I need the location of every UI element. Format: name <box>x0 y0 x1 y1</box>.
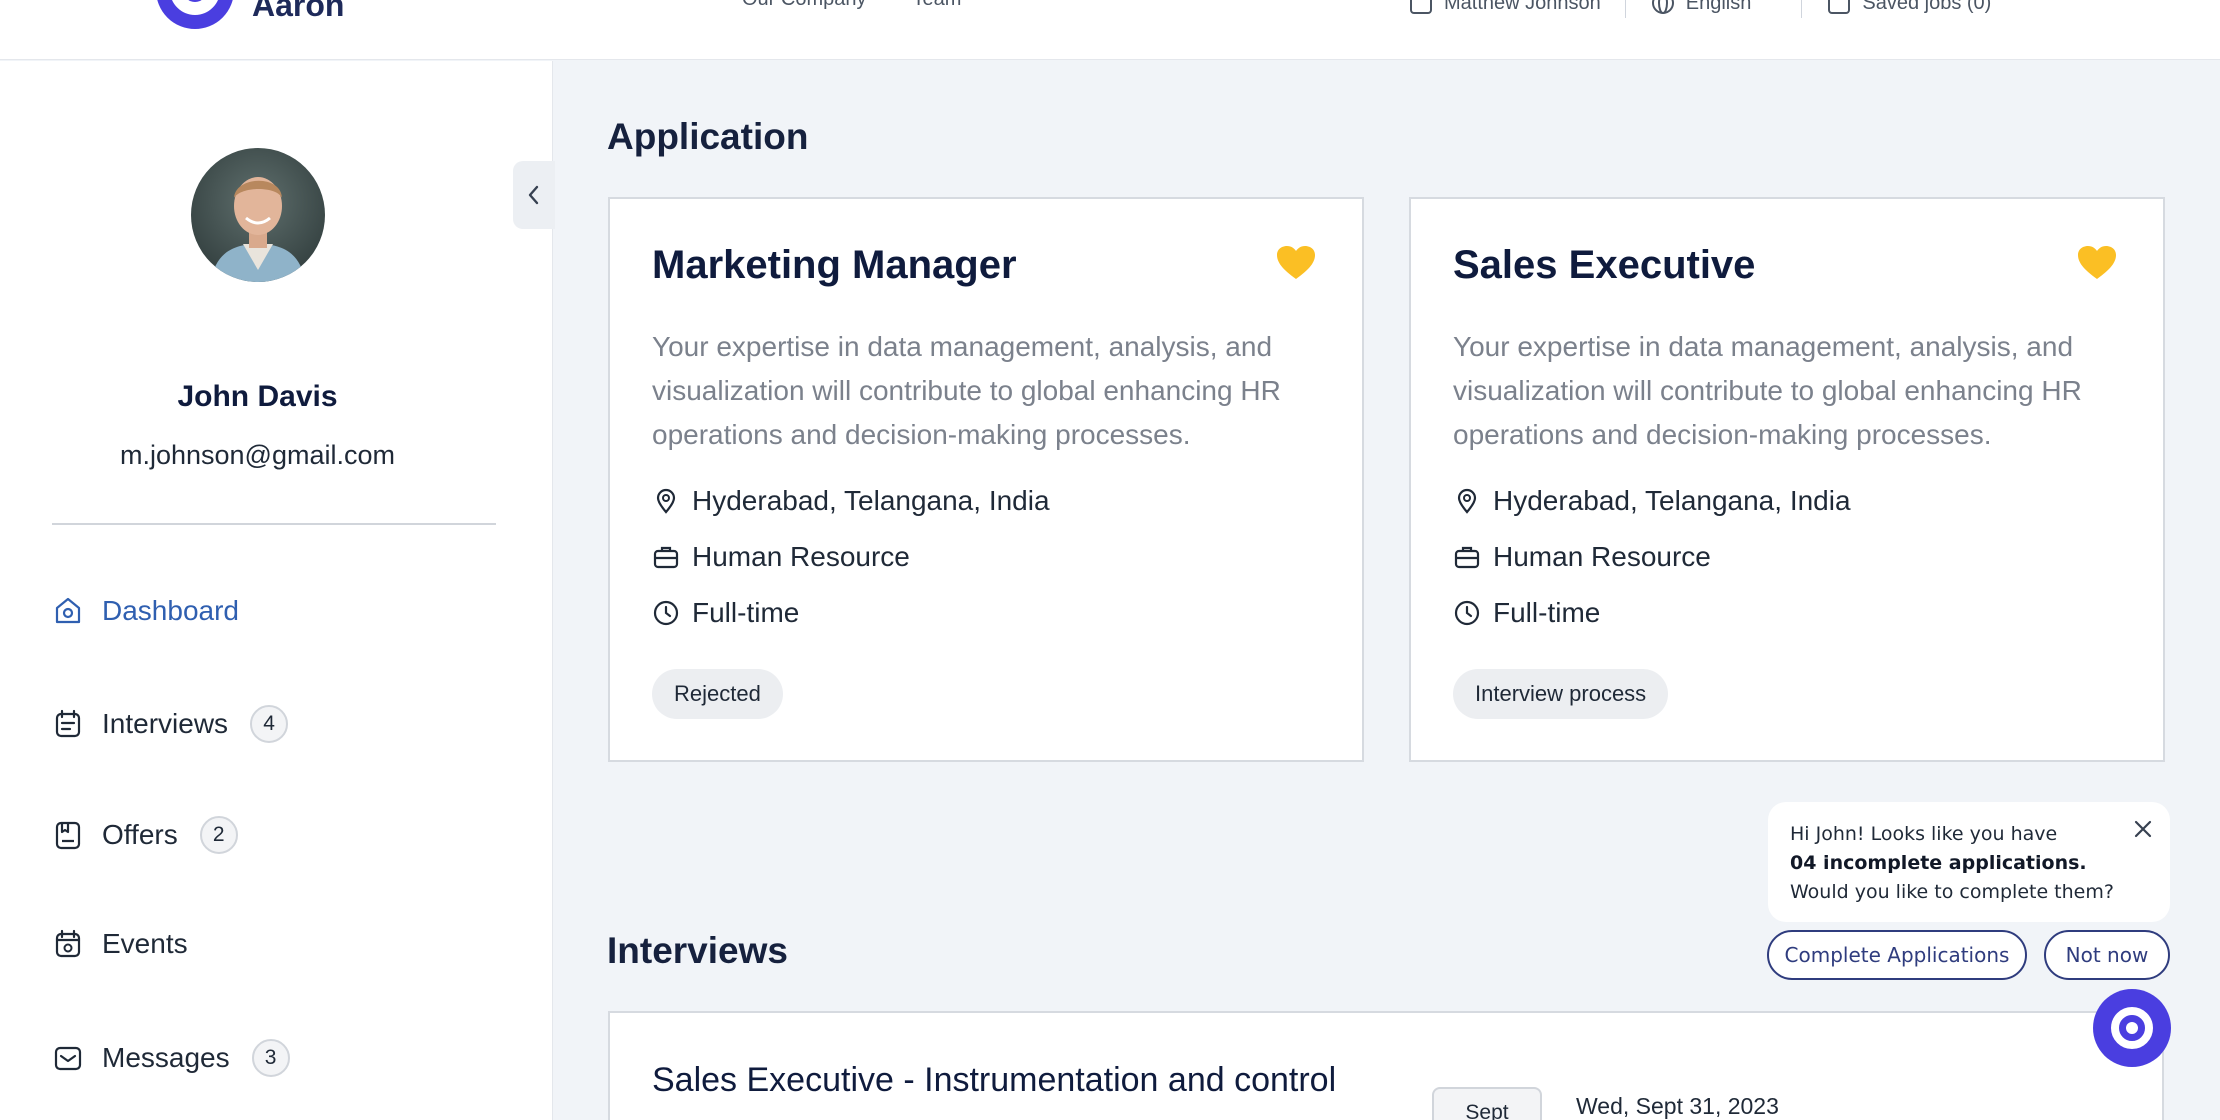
location-text: Hyderabad, Telangana, India <box>692 485 1050 516</box>
interview-title: Sales Executive - Instrumentation and co… <box>652 1061 1337 1099</box>
sidebar-item-offers[interactable]: Offers 2 <box>52 816 238 854</box>
chat-line-bold: 04 incomplete applications. <box>1790 852 2087 874</box>
sidebar-item-messages[interactable]: Messages 3 <box>52 1039 290 1077</box>
chat-launcher-button[interactable] <box>2093 989 2171 1067</box>
interview-date: Wed, Sept 31, 2023 <box>1576 1093 1779 1119</box>
sidebar-item-dashboard[interactable]: Dashboard <box>52 595 239 627</box>
interview-card[interactable]: Sales Executive - Instrumentation and co… <box>608 1011 2164 1120</box>
logo-icon <box>150 0 240 30</box>
language-select[interactable]: English <box>1686 0 1752 15</box>
application-card[interactable]: Sales Executive Your expertise in data m… <box>1409 197 2165 762</box>
sidebar-divider <box>52 523 496 525</box>
calendar-list-icon <box>52 708 84 740</box>
sidebar-item-label: Offers <box>102 819 178 850</box>
sidebar-collapse-button[interactable] <box>513 161 555 229</box>
divider <box>1801 0 1803 18</box>
saved-jobs-link[interactable]: Saved jobs (0) <box>1862 0 1991 15</box>
job-type-text: Full-time <box>1493 597 1601 628</box>
clock-icon <box>652 599 680 627</box>
logo[interactable]: Aaron <box>150 0 344 30</box>
chat-logo-icon <box>2111 1007 2153 1049</box>
user-name[interactable]: Matthew Johnson <box>1444 0 1601 15</box>
job-location: Hyderabad, Telangana, India <box>1453 485 1851 517</box>
avatar[interactable] <box>191 148 325 282</box>
department-text: Human Resource <box>692 541 910 572</box>
briefcase-icon <box>652 543 680 571</box>
job-location: Hyderabad, Telangana, India <box>652 485 1050 517</box>
heart-icon[interactable] <box>1276 245 1316 281</box>
top-nav: Our Company Team <box>742 0 961 11</box>
job-title: Sales Executive <box>1453 243 1756 287</box>
department-text: Human Resource <box>1493 541 1711 572</box>
header-utilities: Matthew Johnson English Saved jobs (0) <box>1408 0 1991 18</box>
complete-applications-button[interactable]: Complete Applications <box>1767 930 2027 980</box>
top-header: Aaron Our Company Team Matthew Johnson E… <box>0 0 2220 60</box>
application-card[interactable]: Marketing Manager Your expertise in data… <box>608 197 1364 762</box>
bookmark-icon <box>1826 0 1852 16</box>
job-type-text: Full-time <box>692 597 800 628</box>
job-department: Human Resource <box>1453 541 1711 573</box>
nav-our-company[interactable]: Our Company <box>742 0 867 11</box>
job-department: Human Resource <box>652 541 910 573</box>
chat-line: Hi John! Looks like you have <box>1790 823 2058 845</box>
location-pin-icon <box>652 487 680 515</box>
clock-icon <box>1453 599 1481 627</box>
nav-team[interactable]: Team <box>913 0 962 11</box>
sidebar-item-label: Dashboard <box>102 595 239 626</box>
sidebar-item-label: Messages <box>102 1042 230 1073</box>
not-now-button[interactable]: Not now <box>2044 930 2170 980</box>
user-icon <box>1408 0 1434 16</box>
document-icon <box>52 819 84 851</box>
job-description: Your expertise in data management, analy… <box>1453 331 2082 450</box>
briefcase-icon <box>1453 543 1481 571</box>
globe-icon <box>1650 0 1676 16</box>
chat-message: Hi John! Looks like you have 04 incomple… <box>1768 802 2170 922</box>
logo-text: Aaron <box>252 0 345 23</box>
job-description: Your expertise in data management, analy… <box>652 331 1281 450</box>
application-heading: Application <box>607 116 809 157</box>
mail-icon <box>52 1042 84 1074</box>
job-type: Full-time <box>652 597 799 629</box>
profile-email: m.johnson@gmail.com <box>119 440 395 470</box>
interview-month: Sept <box>1432 1087 1542 1120</box>
chat-line: Would you like to complete them? <box>1790 881 2114 903</box>
location-pin-icon <box>1453 487 1481 515</box>
sidebar-item-interviews[interactable]: Interviews 4 <box>52 705 289 743</box>
heart-icon[interactable] <box>2077 245 2117 281</box>
home-icon <box>52 595 84 627</box>
sidebar-item-label: Events <box>102 928 188 959</box>
sidebar-item-events[interactable]: Events <box>52 928 188 960</box>
status-badge: Interview process <box>1453 669 1669 719</box>
interviews-heading: Interviews <box>607 930 788 971</box>
job-title: Marketing Manager <box>652 243 1017 287</box>
close-icon[interactable] <box>2132 818 2154 840</box>
count-badge: 4 <box>250 705 289 743</box>
job-type: Full-time <box>1453 597 1600 629</box>
divider <box>1624 0 1626 18</box>
sidebar-item-label: Interviews <box>102 708 229 739</box>
status-badge: Rejected <box>652 669 783 719</box>
profile-name: John Davis <box>177 380 338 413</box>
count-badge: 3 <box>251 1039 290 1077</box>
calendar-icon <box>52 928 84 960</box>
chevron-left-icon <box>528 185 539 205</box>
count-badge: 2 <box>199 816 238 854</box>
location-text: Hyderabad, Telangana, India <box>1493 485 1851 516</box>
